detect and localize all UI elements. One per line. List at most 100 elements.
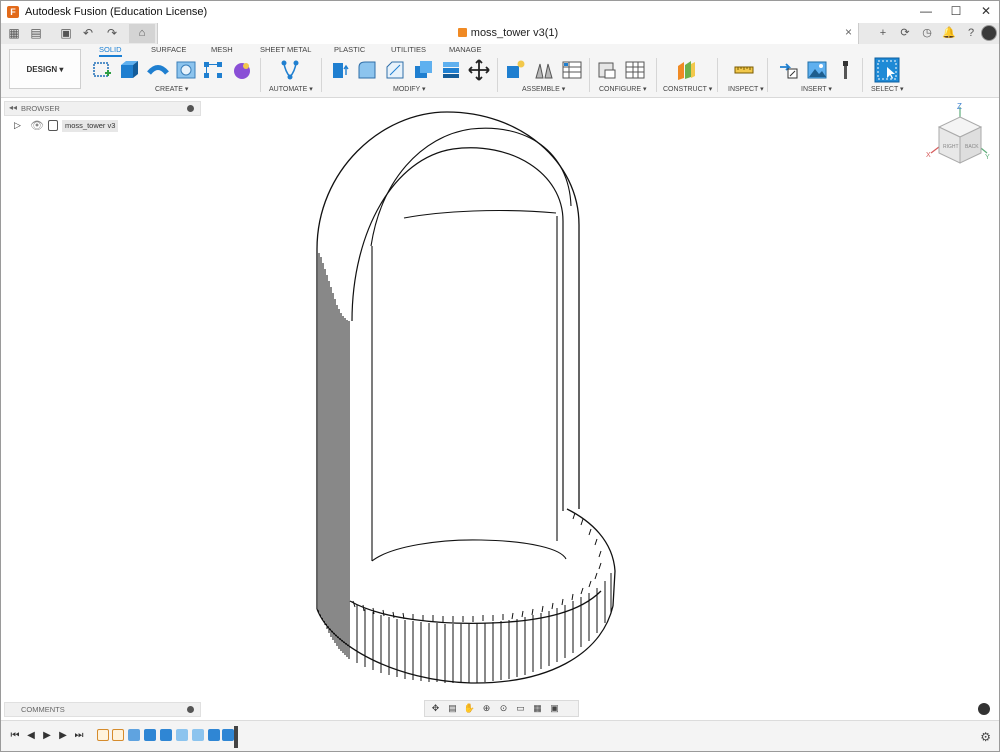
group-construct[interactable]: CONSTRUCT ▾ xyxy=(663,85,712,93)
group-inspect[interactable]: INSPECT ▾ xyxy=(728,85,764,93)
viewports-icon[interactable]: ▣ xyxy=(548,702,561,715)
move-copy-icon[interactable] xyxy=(468,59,490,81)
insert-derive-icon[interactable] xyxy=(778,59,800,81)
combine-icon[interactable] xyxy=(440,59,462,81)
timeline-bar: ⏮ ◀ ▶ ▶ ⏭ ⚙ xyxy=(1,720,999,751)
canvas-image-icon[interactable] xyxy=(806,59,828,81)
tab-manage[interactable]: MANAGE xyxy=(449,45,482,54)
go-to-end-icon[interactable]: ⏭ xyxy=(73,730,85,742)
fillet-icon[interactable] xyxy=(356,59,378,81)
tab-mesh[interactable]: MESH xyxy=(211,45,233,54)
job-status-icon[interactable]: ◷ xyxy=(917,24,937,43)
viewcube-label-y: Y xyxy=(985,154,990,161)
hole-icon[interactable] xyxy=(175,59,197,81)
group-modify[interactable]: MODIFY ▾ xyxy=(393,85,426,93)
close-window-button[interactable]: ✕ xyxy=(971,1,999,23)
comments-panel-header[interactable]: COMMENTS xyxy=(4,702,201,717)
step-forward-icon[interactable]: ▶ xyxy=(57,730,69,742)
minimize-button[interactable]: — xyxy=(911,1,941,23)
configure-icon[interactable] xyxy=(596,59,618,81)
configuration-table-icon[interactable] xyxy=(624,59,646,81)
group-create[interactable]: CREATE ▾ xyxy=(155,85,188,93)
tab-plastic[interactable]: PLASTIC xyxy=(334,45,365,54)
collapse-browser-icon[interactable]: ◂◂ xyxy=(9,103,17,112)
community-icon[interactable] xyxy=(978,703,990,715)
base-ribbed-texture xyxy=(356,573,612,683)
user-avatar[interactable] xyxy=(981,25,997,41)
timeline-sketch-icon[interactable] xyxy=(112,729,124,741)
display-settings-icon[interactable]: ▭ xyxy=(514,702,527,715)
model-viewport-canvas[interactable] xyxy=(301,101,641,701)
go-to-start-icon[interactable]: ⏮ xyxy=(9,730,21,742)
help-icon[interactable]: ? xyxy=(961,24,981,43)
insert-mcmaster-icon[interactable] xyxy=(834,59,856,81)
create-sketch-icon[interactable] xyxy=(91,59,113,81)
group-select[interactable]: SELECT ▾ xyxy=(871,85,904,93)
comments-options-icon[interactable] xyxy=(187,706,194,713)
browser-item-label[interactable]: moss_tower v3 xyxy=(62,120,119,132)
expand-arrow-icon[interactable]: ▷ xyxy=(14,120,21,131)
new-tab-icon[interactable]: + xyxy=(873,24,893,43)
orbit-icon[interactable]: ✥ xyxy=(429,702,442,715)
view-cube[interactable]: RIGHT BACK Z X Y xyxy=(925,101,995,167)
tab-sheet-metal[interactable]: SHEET METAL xyxy=(260,45,311,54)
timeline-fillet-icon[interactable] xyxy=(192,729,204,741)
step-back-icon[interactable]: ◀ xyxy=(25,730,37,742)
timeline-sketch-icon[interactable] xyxy=(97,729,109,741)
notifications-icon[interactable]: 🔔 xyxy=(939,24,959,43)
new-component-icon[interactable] xyxy=(504,59,526,81)
look-at-icon[interactable]: ▤ xyxy=(446,702,459,715)
timeline-revolve-icon[interactable] xyxy=(128,729,140,741)
timeline-pattern-icon[interactable] xyxy=(208,729,220,741)
pan-icon[interactable]: ✋ xyxy=(463,702,476,715)
save-icon[interactable]: ▣ xyxy=(57,24,75,42)
inner-top-rim-edge xyxy=(403,209,557,219)
group-assemble[interactable]: ASSEMBLE ▾ xyxy=(522,85,565,93)
extensions-icon[interactable]: ⟳ xyxy=(895,24,915,43)
revolve-icon[interactable] xyxy=(147,59,169,81)
home-button[interactable]: ⌂ xyxy=(129,24,155,43)
visibility-eye-icon[interactable]: 👁 xyxy=(30,119,44,132)
maximize-button[interactable]: ☐ xyxy=(941,1,971,23)
undo-icon[interactable]: ↶ xyxy=(79,24,97,42)
pattern-icon[interactable] xyxy=(202,59,224,81)
file-menu-icon[interactable]: ▤ xyxy=(27,24,45,42)
browser-panel-header[interactable]: ◂◂ BROWSER xyxy=(4,101,201,116)
select-icon[interactable] xyxy=(874,57,900,83)
extrude-icon[interactable] xyxy=(118,59,140,81)
timeline-extrude-icon[interactable] xyxy=(144,729,156,741)
bill-of-materials-icon[interactable] xyxy=(561,59,583,81)
timeline-marker[interactable] xyxy=(234,726,238,748)
tab-surface[interactable]: SURFACE xyxy=(151,45,186,54)
timeline-extrude-icon[interactable] xyxy=(160,729,172,741)
ribbon-separator xyxy=(260,58,261,92)
close-tab-button[interactable]: × xyxy=(845,25,852,39)
play-icon[interactable]: ▶ xyxy=(41,730,53,742)
press-pull-icon[interactable] xyxy=(330,59,352,81)
redo-icon[interactable]: ↷ xyxy=(103,24,121,42)
grid-settings-icon[interactable]: ▦ xyxy=(531,702,544,715)
joint-icon[interactable] xyxy=(533,59,555,81)
shell-icon[interactable] xyxy=(412,59,434,81)
tab-solid[interactable]: SOLID xyxy=(99,45,122,57)
browser-tree-item[interactable]: ▷ 👁 moss_tower v3 xyxy=(4,119,204,134)
group-configure[interactable]: CONFIGURE ▾ xyxy=(599,85,646,93)
chamfer-icon[interactable] xyxy=(384,59,406,81)
create-form-icon[interactable] xyxy=(231,59,253,81)
timeline-shell-icon[interactable] xyxy=(222,729,234,741)
zoom-icon[interactable]: ⊕ xyxy=(480,702,493,715)
group-insert[interactable]: INSERT ▾ xyxy=(801,85,832,93)
app-grid-icon[interactable]: ▦ xyxy=(5,24,23,42)
measure-icon[interactable] xyxy=(733,59,755,81)
group-automate[interactable]: AUTOMATE ▾ xyxy=(269,85,313,93)
offset-plane-icon[interactable] xyxy=(675,59,697,81)
ribbon-separator xyxy=(497,58,498,92)
tab-utilities[interactable]: UTILITIES xyxy=(391,45,426,54)
browser-options-icon[interactable] xyxy=(187,105,194,112)
document-tab[interactable]: moss_tower v3(1) × xyxy=(157,23,859,44)
fit-icon[interactable]: ⊙ xyxy=(497,702,510,715)
workspace-switcher[interactable]: DESIGN ▾ xyxy=(9,49,81,89)
timeline-settings-icon[interactable]: ⚙ xyxy=(980,730,991,744)
automate-icon[interactable] xyxy=(279,59,301,81)
timeline-fillet-icon[interactable] xyxy=(176,729,188,741)
